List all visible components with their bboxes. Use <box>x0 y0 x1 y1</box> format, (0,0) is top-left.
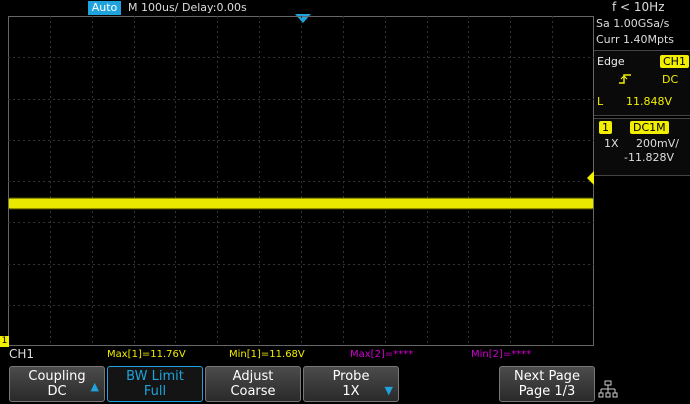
trigger-coupling: DC <box>662 73 679 86</box>
arrow-up-icon: ▲ <box>90 380 99 393</box>
channel-number: 1 <box>599 121 612 134</box>
adjust-softkey-title: Adjust <box>232 369 274 384</box>
coupling-softkey[interactable]: Coupling DC ▲ <box>9 366 105 402</box>
next-page-softkey-title: Next Page <box>514 369 580 384</box>
menu-channel-label: CH1 <box>9 347 35 361</box>
trigger-info-box[interactable]: Edge CH1 DC L 11.848V <box>594 50 690 116</box>
rising-edge-icon <box>618 73 632 88</box>
measure-max-1: Max[1]=11.76V <box>107 349 186 360</box>
run-mode-badge[interactable]: Auto <box>88 1 121 15</box>
frequency-readout: f < 10Hz <box>612 0 665 14</box>
channel-coupling: DC1M <box>630 121 669 134</box>
next-page-softkey[interactable]: Next Page Page 1/3 <box>499 366 595 402</box>
waveform-display <box>8 16 594 346</box>
sample-rate-readout: Sa 1.00GSa/s <box>596 17 670 30</box>
adjust-softkey-value: Coarse <box>230 384 276 399</box>
trigger-level-value: 11.848V <box>626 95 673 108</box>
info-panel: f < 10Hz Sa 1.00GSa/s Curr 1.40Mpts Edge… <box>594 0 690 346</box>
bw-limit-softkey-value: Full <box>143 384 167 399</box>
ch1-waveform-trace <box>9 199 593 208</box>
measure-min-1: Min[1]=11.68V <box>229 349 305 360</box>
measurement-bar: CH1 Max[1]=11.76V Min[1]=11.68V Max[2]=*… <box>0 347 690 362</box>
graticule <box>8 16 594 346</box>
timebase-label: M 100us/ <box>128 1 179 14</box>
adjust-softkey[interactable]: Adjust Coarse <box>205 366 301 402</box>
vertical-scale: 200mV/ <box>636 137 679 150</box>
trigger-level-label: L <box>597 95 604 108</box>
trigger-type: Edge <box>597 55 625 68</box>
arrow-down-icon: ▼ <box>384 384 393 397</box>
network-icon <box>598 380 618 398</box>
probe-softkey-title: Probe <box>332 369 370 384</box>
bw-limit-softkey[interactable]: BW Limit Full <box>107 366 203 402</box>
ch1-offset-marker[interactable]: 1 <box>0 336 9 347</box>
measure-max-2: Max[2]=**** <box>350 349 414 360</box>
trigger-source: CH1 <box>660 55 689 68</box>
softkey-menu: Coupling DC ▲ BW Limit Full Adjust Coars… <box>0 362 690 404</box>
measure-min-2: Min[2]=**** <box>471 349 532 360</box>
ch1-info-box[interactable]: 1 DC1M 1X 200mV/ -11.828V <box>594 118 690 176</box>
bw-limit-softkey-title: BW Limit <box>126 369 184 384</box>
probe-attenuation: 1X <box>604 137 619 150</box>
next-page-softkey-value: Page 1/3 <box>518 384 576 399</box>
probe-softkey[interactable]: Probe 1X ▼ <box>303 366 399 402</box>
delay-label: Delay:0.00s <box>182 1 247 14</box>
trigger-level-marker[interactable] <box>587 171 594 185</box>
memory-depth-readout: Curr 1.40Mpts <box>596 33 675 46</box>
vertical-offset: -11.828V <box>624 151 674 164</box>
